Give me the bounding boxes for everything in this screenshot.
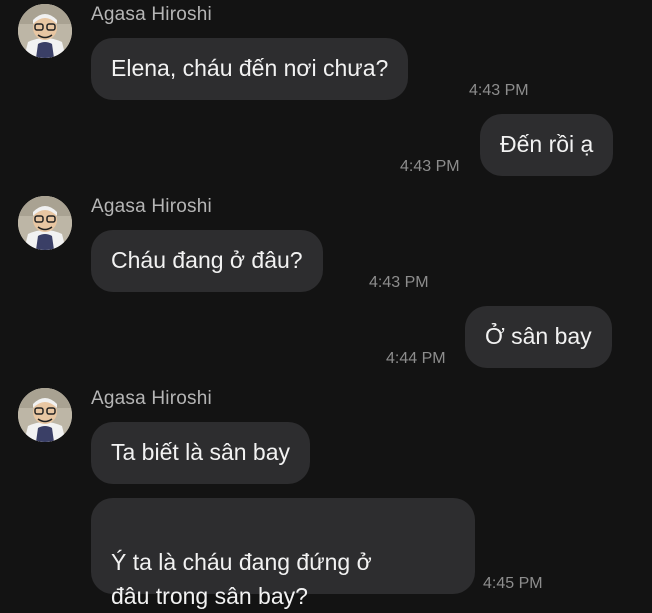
contact-avatar[interactable] bbox=[18, 4, 72, 58]
agasa-avatar-icon bbox=[18, 196, 72, 250]
message-timestamp: 4:43 PM bbox=[369, 274, 429, 291]
message-text: Cháu đang ở đâu? bbox=[111, 247, 303, 273]
message-bubble[interactable]: Ta biết là sân bay bbox=[91, 422, 311, 484]
message-bubble[interactable]: Ở sân bay bbox=[465, 306, 612, 368]
sender-name: Agasa Hiroshi bbox=[91, 196, 212, 217]
message-text: Ta biết là sân bay bbox=[111, 439, 291, 465]
message-bubble[interactable]: Cháu đang ở đâu? bbox=[91, 230, 323, 292]
message-timestamp: 4:43 PM bbox=[469, 82, 529, 99]
agasa-avatar-icon bbox=[18, 388, 72, 442]
message-timestamp: 4:45 PM bbox=[483, 575, 543, 592]
sender-name: Agasa Hiroshi bbox=[91, 4, 212, 25]
chat-transcript: Agasa Hiroshi Elena, cháu đến nơi chưa? … bbox=[0, 0, 652, 609]
message-text: Đến rồi ạ bbox=[500, 131, 594, 157]
message-bubble[interactable]: Elena, cháu đến nơi chưa? bbox=[91, 38, 409, 100]
message-bubble[interactable]: Ý ta là cháu đang đứng ở đâu trong sân b… bbox=[91, 498, 475, 609]
message-timestamp: 4:44 PM bbox=[386, 350, 446, 367]
contact-avatar[interactable] bbox=[18, 388, 72, 442]
message-text: Ở sân bay bbox=[485, 323, 592, 349]
message-text: Elena, cháu đến nơi chưa? bbox=[111, 55, 389, 81]
sender-name: Agasa Hiroshi bbox=[91, 388, 212, 409]
contact-avatar[interactable] bbox=[18, 196, 72, 250]
message-bubble[interactable]: Đến rồi ạ bbox=[480, 114, 614, 176]
message-text: Ý ta là cháu đang đứng ở đâu trong sân b… bbox=[111, 549, 372, 609]
agasa-avatar-icon bbox=[18, 4, 72, 58]
message-timestamp: 4:43 PM bbox=[400, 158, 460, 175]
